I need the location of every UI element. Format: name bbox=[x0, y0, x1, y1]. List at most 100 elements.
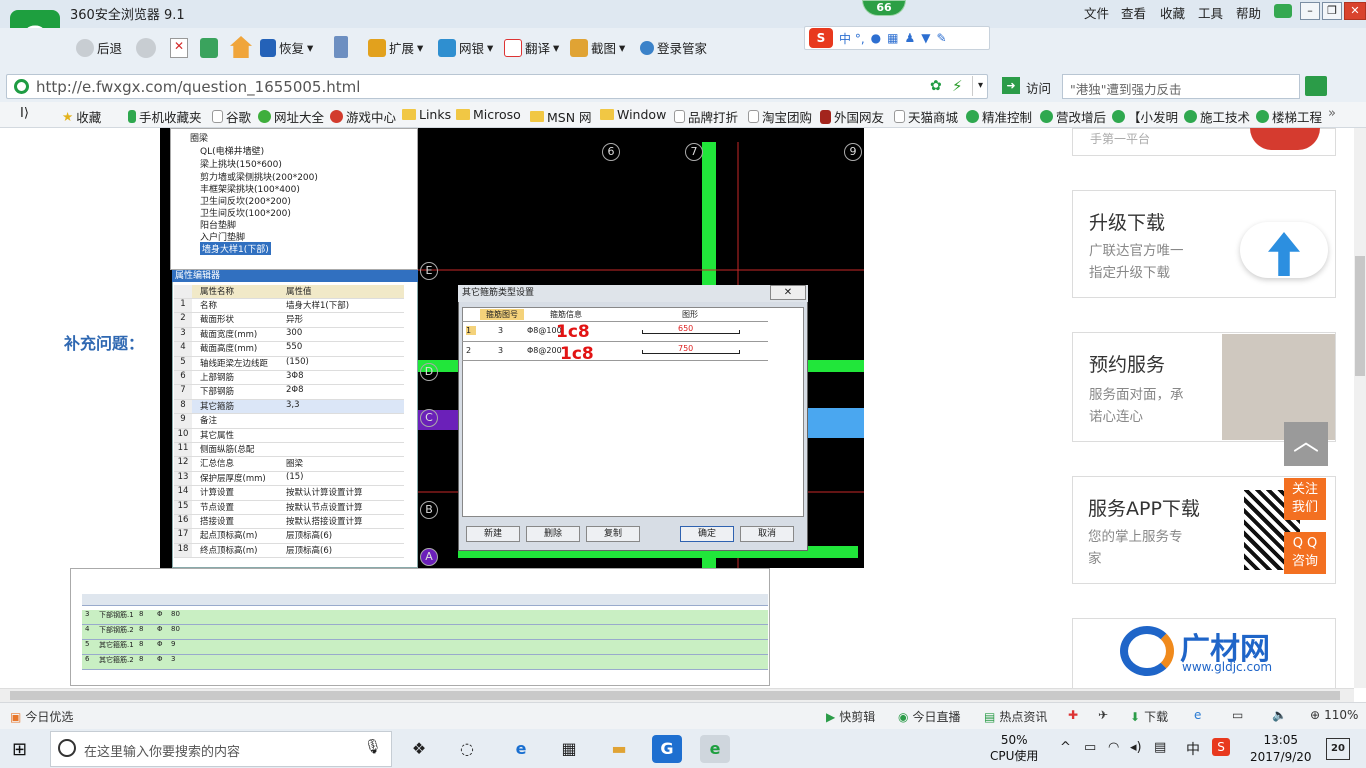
property-value[interactable] bbox=[282, 429, 404, 442]
property-row[interactable]: 12 汇总信息 圈梁 bbox=[174, 457, 404, 472]
rebar-row[interactable]: 4 下部钢筋.2 8 Φ 80 bbox=[82, 625, 768, 640]
property-value[interactable] bbox=[282, 414, 404, 427]
bookmark-mobile[interactable]: 手机收藏夹 bbox=[128, 107, 202, 126]
bookmark-stairs[interactable]: 楼梯工程 bbox=[1256, 107, 1322, 126]
security-icon[interactable]: ✚ bbox=[1068, 708, 1078, 722]
speaker-icon[interactable]: ◂) bbox=[1130, 740, 1142, 755]
property-row[interactable]: 4 截面高度(mm) 550 bbox=[174, 342, 404, 357]
minimize-button[interactable]: – bbox=[1300, 2, 1320, 20]
bookmark-foreign[interactable]: 外国网友 bbox=[820, 107, 884, 126]
row-info[interactable]: Φ8@200 bbox=[527, 346, 562, 355]
sidebar-toggle-icon[interactable]: I⟩ bbox=[20, 106, 29, 121]
property-value[interactable]: 3,3 bbox=[282, 400, 404, 413]
dialog-close-icon[interactable]: ✕ bbox=[770, 285, 806, 300]
property-row[interactable]: 5 轴线距梁左边线距 (150) bbox=[174, 356, 404, 371]
delete-button[interactable]: 删除 bbox=[526, 526, 580, 542]
stop-icon[interactable]: ✕ bbox=[170, 38, 188, 58]
wifi-icon[interactable]: ◠ bbox=[1108, 740, 1119, 755]
mic-icon[interactable]: 🎙 bbox=[364, 739, 382, 755]
vertical-scrollbar[interactable] bbox=[1354, 128, 1366, 688]
forward-icon[interactable] bbox=[136, 38, 156, 58]
ie-icon[interactable]: e bbox=[1194, 708, 1201, 722]
rebar-row[interactable]: 5 其它箍筋.1 8 Φ 9 bbox=[82, 640, 768, 655]
user-icon[interactable]: ♟ bbox=[904, 31, 915, 45]
property-row[interactable]: 13 保护层厚度(mm) (15) bbox=[174, 471, 404, 487]
property-row[interactable]: 9 备注 bbox=[174, 414, 404, 429]
bookmark-google[interactable]: 谷歌 bbox=[212, 107, 251, 126]
ime-indicator[interactable]: 中 bbox=[1186, 739, 1200, 759]
bookmark-favorites[interactable]: ★ 收藏 bbox=[62, 107, 101, 126]
tray-chevron-icon[interactable]: ^ bbox=[1060, 740, 1071, 755]
shirt-icon[interactable]: ▼ bbox=[921, 31, 930, 45]
bookmark-taobao[interactable]: 淘宝团购 bbox=[748, 107, 812, 126]
copy-button[interactable]: 复制 bbox=[586, 526, 640, 542]
property-row[interactable]: 16 搭接设置 按默认搭接设置计算 bbox=[174, 515, 404, 530]
bookmark-tmall[interactable]: 天猫商城 bbox=[894, 107, 958, 126]
cancel-button[interactable]: 取消 bbox=[740, 526, 794, 542]
bank-button[interactable]: 网银 ▾ bbox=[438, 38, 493, 57]
battery-icon[interactable]: ▭ bbox=[1084, 740, 1096, 755]
quick-edit[interactable]: ▶ 快剪辑 bbox=[826, 708, 875, 725]
cpu-usage[interactable]: 50% CPU使用 bbox=[990, 732, 1038, 764]
property-row[interactable]: 6 上部钢筋 3Φ8 bbox=[174, 371, 404, 386]
rebar-row[interactable]: 6 其它箍筋.2 8 Φ 3 bbox=[82, 655, 768, 670]
pin-icon[interactable]: ✈ bbox=[1098, 708, 1108, 722]
property-value[interactable]: 按默认节点设置计算 bbox=[282, 501, 404, 514]
glodon-icon[interactable]: G bbox=[652, 735, 682, 763]
back-button[interactable]: 后退 bbox=[76, 38, 122, 57]
skin-icon[interactable] bbox=[1274, 4, 1292, 18]
property-value[interactable]: 550 bbox=[282, 342, 404, 355]
property-value[interactable]: 按默认计算设置计算 bbox=[282, 486, 404, 499]
more-bookmarks-icon[interactable]: » bbox=[1328, 106, 1336, 121]
store-icon[interactable]: ▦ bbox=[554, 735, 584, 763]
property-value[interactable]: 墙身大样1(下部) bbox=[282, 299, 404, 312]
search-icon[interactable] bbox=[1305, 76, 1327, 96]
property-value[interactable]: (15) bbox=[282, 472, 404, 485]
wrench-icon[interactable]: ✎ bbox=[936, 31, 946, 45]
scrollbar-thumb[interactable] bbox=[1355, 256, 1365, 376]
ime-toolbar[interactable]: S 中 °, ● ▦ ♟ ▼ ✎ bbox=[804, 26, 990, 50]
browser-360-icon[interactable]: e bbox=[700, 735, 730, 763]
row-no[interactable]: 3 bbox=[498, 346, 503, 355]
property-value[interactable]: 3Φ8 bbox=[282, 371, 404, 384]
close-button[interactable]: ✕ bbox=[1344, 2, 1366, 20]
row-no[interactable]: 3 bbox=[498, 326, 503, 335]
bookmark-sites[interactable]: 网址大全 bbox=[258, 107, 324, 126]
restore-button[interactable]: 恢复 ▾ bbox=[260, 38, 313, 57]
new-button[interactable]: 新建 bbox=[466, 526, 520, 542]
property-row[interactable]: 11 侧面纵筋(总配 bbox=[174, 443, 404, 458]
app-icon[interactable]: ◌ bbox=[452, 735, 482, 763]
property-row[interactable]: 3 截面宽度(mm) 300 bbox=[174, 327, 404, 343]
live-today[interactable]: ◉ 今日直播 bbox=[898, 708, 961, 725]
property-value[interactable]: (150) bbox=[282, 357, 404, 370]
property-row[interactable]: 10 其它属性 bbox=[174, 428, 404, 443]
taskbar-search-input[interactable]: 在这里输入你要搜索的内容 bbox=[84, 741, 240, 760]
today-pick[interactable]: ▣ 今日优选 bbox=[10, 708, 73, 725]
property-row[interactable]: 17 起点顶标高(m) 层顶标高(6) bbox=[174, 529, 404, 544]
rebar-row[interactable]: 3 下部钢筋.1 8 Φ 80 bbox=[82, 610, 768, 625]
zoom-control[interactable]: ⊕ 110% bbox=[1310, 708, 1358, 722]
menu-favorites[interactable]: 收藏 bbox=[1160, 3, 1185, 22]
menu-view[interactable]: 查看 bbox=[1121, 3, 1146, 22]
property-value[interactable]: 层顶标高(6) bbox=[282, 529, 404, 542]
property-row[interactable]: 18 终点顶标高(m) 层顶标高(6) bbox=[174, 543, 404, 559]
follow-us-button[interactable]: 关注 我们 bbox=[1284, 478, 1326, 520]
property-value[interactable]: 层顶标高(6) bbox=[282, 544, 404, 557]
property-value[interactable]: 异形 bbox=[282, 313, 404, 326]
mic-icon[interactable]: ● bbox=[871, 31, 881, 45]
hot-news[interactable]: ▤ 热点资讯 bbox=[984, 708, 1047, 725]
windows-start-icon[interactable]: ⊞ bbox=[12, 739, 27, 760]
bookmark-tax[interactable]: 营改增后 bbox=[1040, 107, 1106, 126]
bookmark-msn[interactable]: MSN 网 bbox=[530, 107, 592, 126]
property-row[interactable]: 1 名称 墙身大样1(下部) bbox=[174, 299, 404, 314]
url-text[interactable]: http://e.fwxgx.com/question_1655005.html bbox=[36, 78, 360, 96]
window-icon[interactable]: ▭ bbox=[1232, 708, 1243, 722]
notification-icon[interactable]: 20 bbox=[1326, 738, 1350, 760]
bookmark-brand[interactable]: 品牌打折 bbox=[674, 107, 738, 126]
login-manager-button[interactable]: 登录管家 bbox=[640, 38, 707, 57]
menu-help[interactable]: 帮助 bbox=[1236, 3, 1261, 22]
screenshot-button[interactable]: 截图 ▾ bbox=[570, 38, 625, 57]
property-row[interactable]: 2 截面形状 异形 bbox=[174, 313, 404, 328]
extend-button[interactable]: 扩展 ▾ bbox=[368, 38, 423, 57]
bookmark-construction[interactable]: 施工技术 bbox=[1184, 107, 1250, 126]
